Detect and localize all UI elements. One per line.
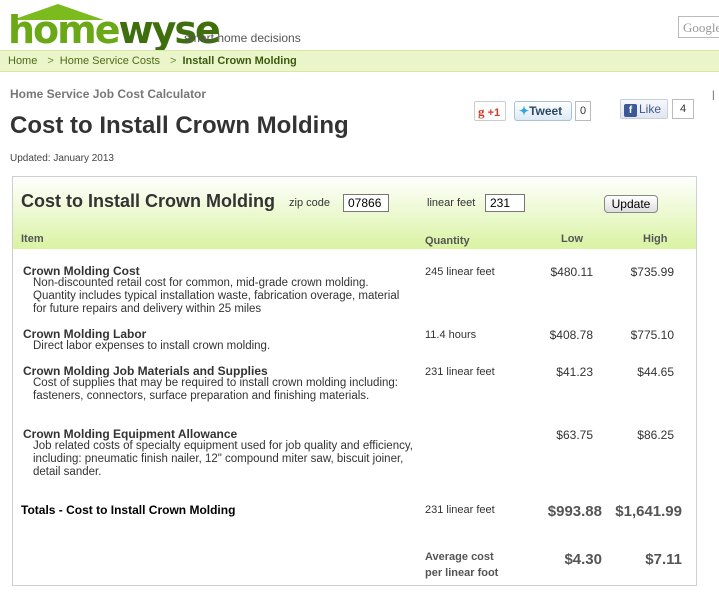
item-low-cost: $41.23 [556,365,593,379]
item-description: Cost of supplies that may be required to… [33,377,398,402]
breadcrumb-separator: > [47,55,54,67]
item-name: Crown Molding Job Materials and Supplies [23,364,268,378]
column-header-low: Low [561,233,583,245]
breadcrumb-home-link[interactable]: Home [8,55,37,67]
breadcrumb-separator: > [170,55,177,67]
item-quantity: 245 linear feet [425,266,495,278]
item-low-cost: $480.11 [550,265,594,279]
logo-wyse-text: wyse [118,8,221,52]
item-description: Direct labor expenses to install crown m… [33,340,271,352]
item-description: Non-discounted retail cost for common, m… [33,277,400,315]
zip-code-label: zip code [289,197,330,209]
google-plus-icon: g [478,104,485,119]
average-low-cost: $4.30 [564,551,602,568]
calculator-header: Cost to Install Crown Molding zip code l… [13,177,696,249]
totals-label: Totals - Cost to Install Crown Molding [21,503,236,517]
breadcrumb-service-costs-link[interactable]: Home Service Costs [60,55,160,67]
item-quantity: 11.4 hours [425,329,477,341]
breadcrumb: Home > Home Service Costs > Install Crown Mo… [0,50,719,72]
column-header-quantity: Quantity [425,235,470,247]
facebook-icon: f [624,104,637,117]
facebook-like-count: 4 [672,99,694,119]
breadcrumb-current: Install Crown Molding [182,55,297,67]
homewyse-logo[interactable]: homewyse [8,4,221,50]
update-button[interactable]: Update [604,195,658,213]
tagline: smart home decisions [184,31,301,45]
tweet-count: 0 [575,101,591,121]
logo-home-text: home [8,8,121,52]
totals-low-cost: $993.88 [547,503,602,520]
item-low-cost: $408.78 [549,328,593,342]
item-high-cost: $775.10 [630,328,674,342]
average-cost-label-line2: per linear foot [425,567,499,579]
facebook-like-button[interactable]: f Like [620,99,668,119]
item-high-cost: $86.25 [637,428,674,442]
linear-feet-input[interactable] [485,194,525,212]
page-subtitle: Home Service Job Cost Calculator [10,87,207,101]
item-quantity: 231 linear feet [425,366,495,378]
edge-divider: | [712,90,715,101]
column-header-high: High [643,233,668,245]
google-plus-button[interactable]: g +1 [474,101,506,121]
column-header-item: Item [21,233,44,245]
google-search-input[interactable]: Google [678,16,719,38]
item-description: Job related costs of specialty equipment… [33,440,413,478]
item-name: Crown Molding Labor [23,327,147,341]
cost-calculator: Cost to Install Crown Molding zip code l… [12,176,697,586]
tweet-label: Tweet [529,104,563,118]
average-cost-label: Average cost per linear foot [425,549,515,581]
page-title: Cost to Install Crown Molding [10,112,349,139]
totals-quantity: 231 linear feet [425,504,495,516]
google-plus-label: +1 [487,107,501,119]
totals-high-cost: $1,641.99 [615,503,682,520]
item-name: Crown Molding Cost [23,264,140,278]
average-high-cost: $7.11 [645,551,682,568]
twitter-bird-icon: ✦ [519,104,530,118]
average-cost-label-line1: Average cost [425,551,494,563]
item-low-cost: $63.75 [556,428,593,442]
calculator-title: Cost to Install Crown Molding [21,191,275,211]
tweet-button[interactable]: ✦Tweet [514,101,572,121]
updated-date: Updated: January 2013 [10,153,114,164]
zip-code-input[interactable] [343,194,389,212]
facebook-like-label: Like [639,102,662,116]
item-high-cost: $44.65 [637,365,674,379]
linear-feet-label: linear feet [427,197,476,209]
item-high-cost: $735.99 [630,265,674,279]
item-name: Crown Molding Equipment Allowance [23,427,238,441]
